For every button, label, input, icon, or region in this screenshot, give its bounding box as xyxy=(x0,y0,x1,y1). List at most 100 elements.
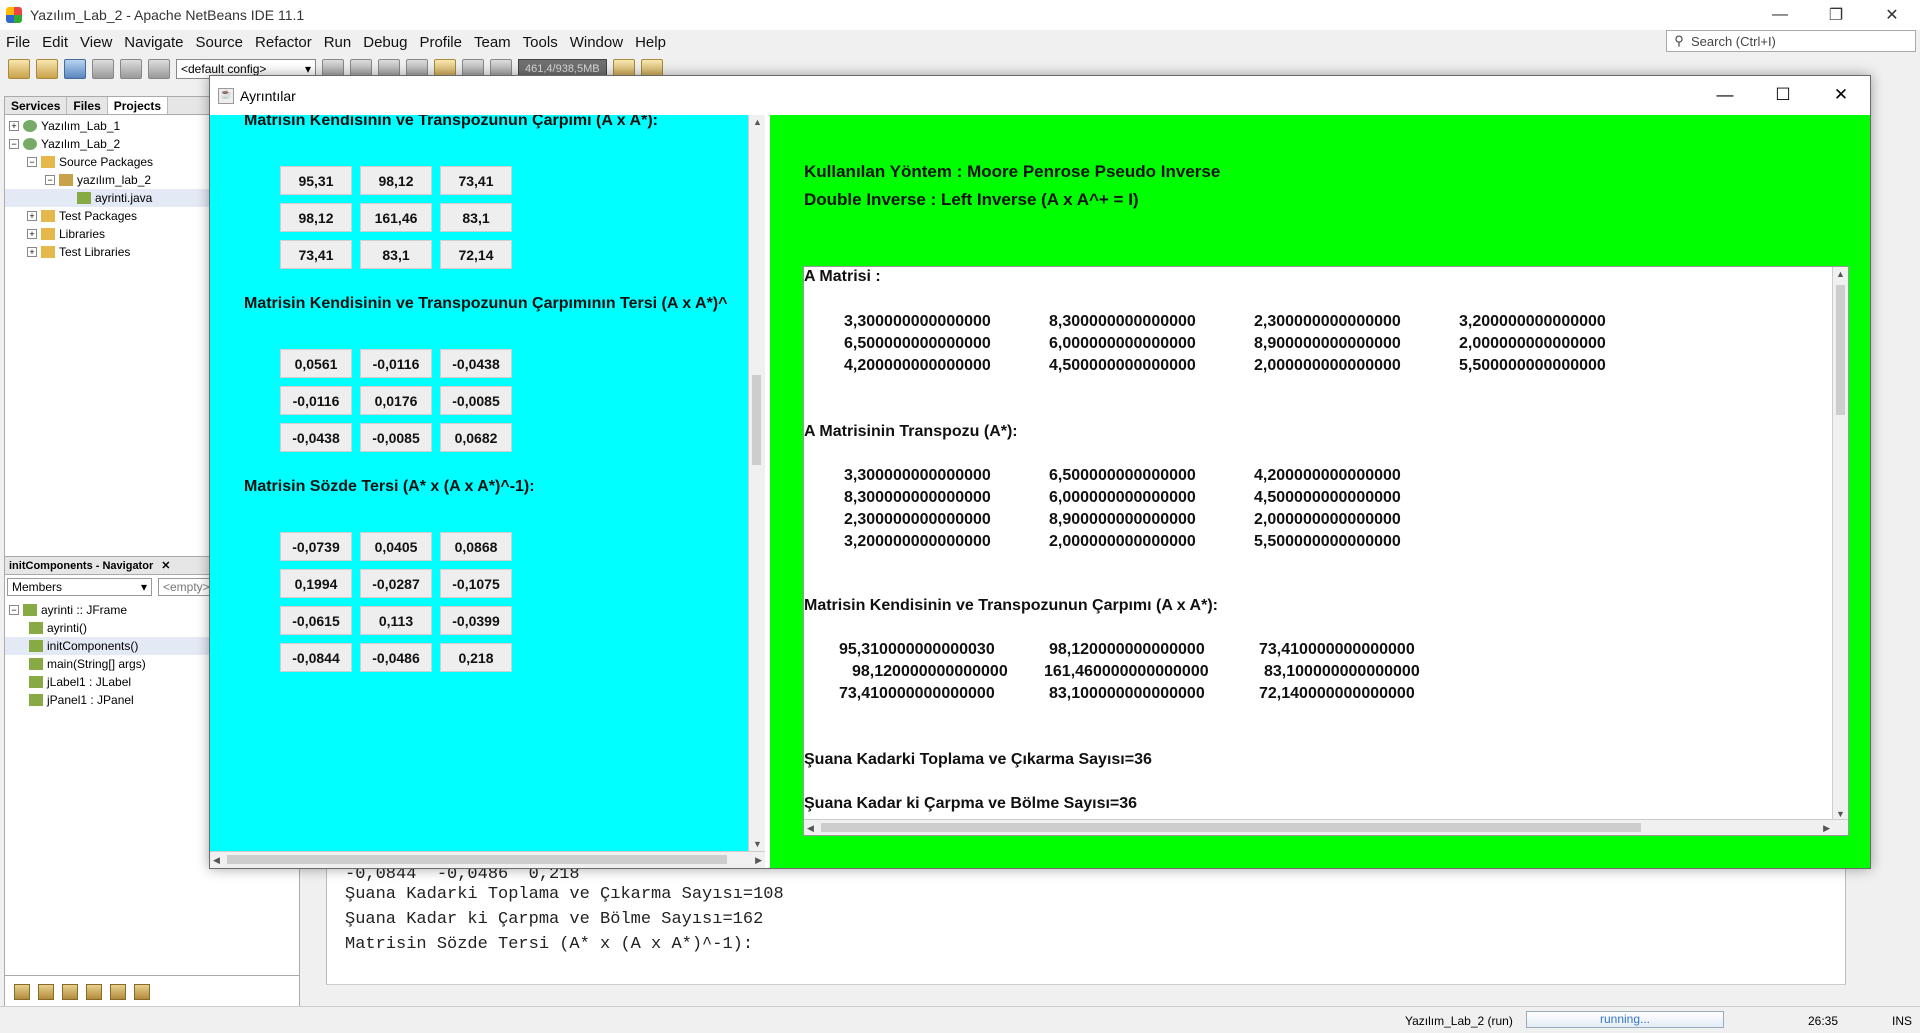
left-horizontal-scrollbar[interactable]: ◀ ▶ xyxy=(210,851,765,868)
run-progress[interactable]: running... xyxy=(1526,1011,1724,1028)
scroll-up-icon[interactable]: ▲ xyxy=(1836,269,1845,279)
collapse-icon[interactable]: − xyxy=(9,605,19,615)
collapse-icon[interactable]: − xyxy=(45,175,55,185)
menu-help[interactable]: Help xyxy=(629,34,672,51)
matrix-cell: 0,0176 xyxy=(360,386,432,415)
menu-view[interactable]: View xyxy=(74,34,118,51)
matrix-cell: 98,12 xyxy=(360,166,432,195)
static-icon[interactable] xyxy=(62,984,78,1000)
members-filter[interactable]: Members ▾ xyxy=(7,578,152,596)
menu-file[interactable]: File xyxy=(0,34,36,51)
matrix-cell: -0,0116 xyxy=(360,349,432,378)
project-icon xyxy=(23,138,37,150)
scroll-right-icon[interactable]: ▶ xyxy=(1823,823,1830,834)
product-value: 83,100000000000000 xyxy=(1049,685,1205,702)
menu-team[interactable]: Team xyxy=(468,34,517,51)
lock-icon[interactable] xyxy=(86,984,102,1000)
details-text-area[interactable]: ▲ ▼ ◀ ▶ A Matrisi : 3,300000000000000 8,30… xyxy=(803,266,1849,836)
menu-edit[interactable]: Edit xyxy=(36,34,74,51)
collapse-icon[interactable]: − xyxy=(9,139,19,149)
transpose-title: A Matrisinin Transpozu (A*): xyxy=(804,423,1018,440)
matrix-cell: -0,0287 xyxy=(360,569,432,598)
matrix-cell: 83,1 xyxy=(440,203,512,232)
collapse-icon[interactable]: − xyxy=(27,157,37,167)
inherited-icon[interactable] xyxy=(110,984,126,1000)
close-button[interactable]: ✕ xyxy=(1864,0,1920,30)
right-side-strip xyxy=(1868,96,1920,996)
scroll-left-icon[interactable]: ◀ xyxy=(807,823,814,834)
matrix-cell: 0,1994 xyxy=(280,569,352,598)
member-icon xyxy=(23,604,37,616)
menu-profile[interactable]: Profile xyxy=(413,34,468,51)
matrix-cell: 0,0561 xyxy=(280,349,352,378)
tab-projects[interactable]: Projects xyxy=(107,97,169,114)
a-matrix-value: 6,000000000000000 xyxy=(1049,335,1196,352)
scroll-thumb[interactable] xyxy=(821,823,1641,832)
fields-icon[interactable] xyxy=(38,984,54,1000)
scroll-thumb[interactable] xyxy=(227,855,727,864)
folder-icon xyxy=(41,210,55,222)
tree-item-label: Yazılım_Lab_1 xyxy=(41,119,121,133)
menu-refactor[interactable]: Refactor xyxy=(249,34,318,51)
matrix-cell: -0,0085 xyxy=(440,386,512,415)
menu-tools[interactable]: Tools xyxy=(517,34,564,51)
tab-files[interactable]: Files xyxy=(67,97,108,114)
scroll-thumb[interactable] xyxy=(1836,285,1845,415)
menu-navigate[interactable]: Navigate xyxy=(118,34,189,51)
search-placeholder: Search (Ctrl+I) xyxy=(1691,33,1776,49)
filter-icon[interactable] xyxy=(14,984,30,1000)
product-title: Matrisin Kendisinin ve Transpozunun Çarp… xyxy=(804,597,1218,614)
matrix-cell: -0,1075 xyxy=(440,569,512,598)
output-line: Şuana Kadarki Toplama ve Çıkarma Sayısı=… xyxy=(345,885,784,904)
scroll-thumb[interactable] xyxy=(752,375,761,465)
left-vertical-scrollbar[interactable]: ▲ ▼ xyxy=(748,115,765,851)
matrix-cell: 98,12 xyxy=(280,203,352,232)
member-icon xyxy=(29,640,43,652)
dialog-close-button[interactable]: ✕ xyxy=(1812,76,1870,114)
scroll-left-icon[interactable]: ◀ xyxy=(213,855,220,866)
output-line: Şuana Kadar ki Çarpma ve Bölme Sayısı=16… xyxy=(345,910,764,929)
text-vertical-scrollbar[interactable]: ▲ ▼ xyxy=(1832,267,1848,821)
expand-icon[interactable]: + xyxy=(27,211,37,221)
product-value: 73,410000000000000 xyxy=(1259,641,1415,658)
expand-icon[interactable]: + xyxy=(27,247,37,257)
open-project-icon[interactable] xyxy=(64,59,86,79)
member-icon xyxy=(29,658,43,670)
scroll-right-icon[interactable]: ▶ xyxy=(755,855,762,866)
expand-icon[interactable]: + xyxy=(27,229,37,239)
expand-icon[interactable]: + xyxy=(9,121,19,131)
chevron-down-icon: ▾ xyxy=(140,580,147,594)
menu-run[interactable]: Run xyxy=(318,34,358,51)
menu-window[interactable]: Window xyxy=(564,34,629,51)
search-field[interactable]: ⚲ Search (Ctrl+I) xyxy=(1666,30,1916,52)
navigator-item-label: ayrinti() xyxy=(47,621,88,635)
close-icon[interactable]: ✕ xyxy=(161,559,170,572)
menu-debug[interactable]: Debug xyxy=(357,34,413,51)
minimize-button[interactable]: — xyxy=(1752,0,1808,30)
sort-icon[interactable] xyxy=(134,984,150,1000)
matrix-section-title: Matrisin Kendisinin ve Transpozunun Çarp… xyxy=(244,115,658,129)
package-icon xyxy=(59,174,73,186)
new-file-icon[interactable] xyxy=(8,59,30,79)
tab-services[interactable]: Services xyxy=(5,97,68,114)
save-all-icon[interactable] xyxy=(92,59,114,79)
new-project-icon[interactable] xyxy=(36,59,58,79)
dialog-minimize-button[interactable]: — xyxy=(1696,76,1754,114)
scroll-down-icon[interactable]: ▼ xyxy=(1836,809,1845,819)
output-horizontal-scrollbar[interactable] xyxy=(326,984,1846,1000)
dialog-maximize-button[interactable]: ☐ xyxy=(1754,76,1812,114)
menu-source[interactable]: Source xyxy=(189,34,249,51)
restore-button[interactable]: ❐ xyxy=(1808,0,1864,30)
text-horizontal-scrollbar[interactable]: ◀ ▶ xyxy=(804,819,1848,835)
member-icon xyxy=(29,622,43,634)
folder-icon xyxy=(41,228,55,240)
matrix-cell: -0,0486 xyxy=(360,643,432,672)
scroll-down-icon[interactable]: ▼ xyxy=(753,839,762,849)
matrix-cell: 83,1 xyxy=(360,240,432,269)
scroll-up-icon[interactable]: ▲ xyxy=(753,117,762,127)
transpose-value: 2,000000000000000 xyxy=(1254,511,1401,528)
tree-item-label: Source Packages xyxy=(59,155,154,169)
dialog-title: Ayrıntılar xyxy=(240,87,296,104)
redo-icon[interactable] xyxy=(148,59,170,79)
undo-icon[interactable] xyxy=(120,59,142,79)
